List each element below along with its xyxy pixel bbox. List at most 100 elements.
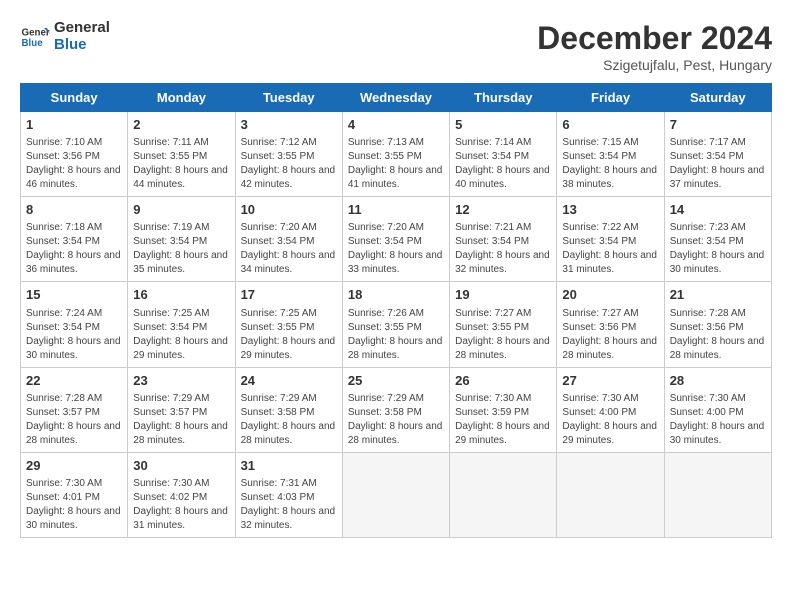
- day-info: Sunrise: 7:27 AM Sunset: 3:56 PM Dayligh…: [562, 307, 658, 363]
- day-number: 8: [26, 201, 122, 219]
- day-info: Sunrise: 7:23 AM Sunset: 3:54 PM Dayligh…: [670, 221, 766, 277]
- empty-cell: [664, 452, 771, 537]
- day-cell-31: 31 Sunrise: 7:31 AM Sunset: 4:03 PM Dayl…: [235, 452, 342, 537]
- day-info: Sunrise: 7:21 AM Sunset: 3:54 PM Dayligh…: [455, 221, 551, 277]
- day-number: 4: [348, 116, 444, 134]
- logo: General Blue General Blue: [20, 20, 110, 53]
- calendar-table: SundayMondayTuesdayWednesdayThursdayFrid…: [20, 83, 772, 538]
- day-cell-9: 9 Sunrise: 7:19 AM Sunset: 3:54 PM Dayli…: [128, 197, 235, 282]
- weekday-header-thursday: Thursday: [450, 84, 557, 112]
- day-cell-3: 3 Sunrise: 7:12 AM Sunset: 3:55 PM Dayli…: [235, 112, 342, 197]
- day-info: Sunrise: 7:11 AM Sunset: 3:55 PM Dayligh…: [133, 136, 229, 192]
- day-cell-15: 15 Sunrise: 7:24 AM Sunset: 3:54 PM Dayl…: [21, 282, 128, 367]
- day-cell-5: 5 Sunrise: 7:14 AM Sunset: 3:54 PM Dayli…: [450, 112, 557, 197]
- day-info: Sunrise: 7:10 AM Sunset: 3:56 PM Dayligh…: [26, 136, 122, 192]
- day-cell-7: 7 Sunrise: 7:17 AM Sunset: 3:54 PM Dayli…: [664, 112, 771, 197]
- day-cell-1: 1 Sunrise: 7:10 AM Sunset: 3:56 PM Dayli…: [21, 112, 128, 197]
- empty-cell: [450, 452, 557, 537]
- day-number: 27: [562, 372, 658, 390]
- day-cell-21: 21 Sunrise: 7:28 AM Sunset: 3:56 PM Dayl…: [664, 282, 771, 367]
- day-number: 24: [241, 372, 337, 390]
- day-info: Sunrise: 7:20 AM Sunset: 3:54 PM Dayligh…: [241, 221, 337, 277]
- logo-line2: Blue: [54, 37, 110, 54]
- calendar-week-2: 8 Sunrise: 7:18 AM Sunset: 3:54 PM Dayli…: [21, 197, 772, 282]
- calendar-week-3: 15 Sunrise: 7:24 AM Sunset: 3:54 PM Dayl…: [21, 282, 772, 367]
- day-info: Sunrise: 7:30 AM Sunset: 4:00 PM Dayligh…: [670, 392, 766, 448]
- day-info: Sunrise: 7:25 AM Sunset: 3:54 PM Dayligh…: [133, 307, 229, 363]
- day-info: Sunrise: 7:13 AM Sunset: 3:55 PM Dayligh…: [348, 136, 444, 192]
- day-info: Sunrise: 7:24 AM Sunset: 3:54 PM Dayligh…: [26, 307, 122, 363]
- weekday-header-tuesday: Tuesday: [235, 84, 342, 112]
- calendar-header-row: SundayMondayTuesdayWednesdayThursdayFrid…: [21, 84, 772, 112]
- day-info: Sunrise: 7:30 AM Sunset: 4:00 PM Dayligh…: [562, 392, 658, 448]
- weekday-header-sunday: Sunday: [21, 84, 128, 112]
- day-cell-10: 10 Sunrise: 7:20 AM Sunset: 3:54 PM Dayl…: [235, 197, 342, 282]
- day-cell-30: 30 Sunrise: 7:30 AM Sunset: 4:02 PM Dayl…: [128, 452, 235, 537]
- day-number: 21: [670, 286, 766, 304]
- day-number: 11: [348, 201, 444, 219]
- day-cell-23: 23 Sunrise: 7:29 AM Sunset: 3:57 PM Dayl…: [128, 367, 235, 452]
- day-cell-29: 29 Sunrise: 7:30 AM Sunset: 4:01 PM Dayl…: [21, 452, 128, 537]
- day-cell-19: 19 Sunrise: 7:27 AM Sunset: 3:55 PM Dayl…: [450, 282, 557, 367]
- day-number: 19: [455, 286, 551, 304]
- day-info: Sunrise: 7:18 AM Sunset: 3:54 PM Dayligh…: [26, 221, 122, 277]
- day-number: 12: [455, 201, 551, 219]
- day-number: 15: [26, 286, 122, 304]
- day-info: Sunrise: 7:15 AM Sunset: 3:54 PM Dayligh…: [562, 136, 658, 192]
- day-info: Sunrise: 7:19 AM Sunset: 3:54 PM Dayligh…: [133, 221, 229, 277]
- day-number: 18: [348, 286, 444, 304]
- weekday-header-friday: Friday: [557, 84, 664, 112]
- empty-cell: [342, 452, 449, 537]
- day-cell-25: 25 Sunrise: 7:29 AM Sunset: 3:58 PM Dayl…: [342, 367, 449, 452]
- day-number: 10: [241, 201, 337, 219]
- day-info: Sunrise: 7:12 AM Sunset: 3:55 PM Dayligh…: [241, 136, 337, 192]
- day-cell-18: 18 Sunrise: 7:26 AM Sunset: 3:55 PM Dayl…: [342, 282, 449, 367]
- weekday-header-monday: Monday: [128, 84, 235, 112]
- day-cell-2: 2 Sunrise: 7:11 AM Sunset: 3:55 PM Dayli…: [128, 112, 235, 197]
- location: Szigetujfalu, Pest, Hungary: [537, 57, 772, 73]
- calendar-week-5: 29 Sunrise: 7:30 AM Sunset: 4:01 PM Dayl…: [21, 452, 772, 537]
- day-info: Sunrise: 7:29 AM Sunset: 3:57 PM Dayligh…: [133, 392, 229, 448]
- day-number: 23: [133, 372, 229, 390]
- calendar-week-1: 1 Sunrise: 7:10 AM Sunset: 3:56 PM Dayli…: [21, 112, 772, 197]
- day-number: 16: [133, 286, 229, 304]
- day-info: Sunrise: 7:29 AM Sunset: 3:58 PM Dayligh…: [241, 392, 337, 448]
- day-info: Sunrise: 7:27 AM Sunset: 3:55 PM Dayligh…: [455, 307, 551, 363]
- day-cell-26: 26 Sunrise: 7:30 AM Sunset: 3:59 PM Dayl…: [450, 367, 557, 452]
- weekday-header-wednesday: Wednesday: [342, 84, 449, 112]
- day-cell-28: 28 Sunrise: 7:30 AM Sunset: 4:00 PM Dayl…: [664, 367, 771, 452]
- day-cell-4: 4 Sunrise: 7:13 AM Sunset: 3:55 PM Dayli…: [342, 112, 449, 197]
- calendar-week-4: 22 Sunrise: 7:28 AM Sunset: 3:57 PM Dayl…: [21, 367, 772, 452]
- day-number: 29: [26, 457, 122, 475]
- day-cell-6: 6 Sunrise: 7:15 AM Sunset: 3:54 PM Dayli…: [557, 112, 664, 197]
- day-info: Sunrise: 7:28 AM Sunset: 3:56 PM Dayligh…: [670, 307, 766, 363]
- day-number: 28: [670, 372, 766, 390]
- day-number: 7: [670, 116, 766, 134]
- day-number: 14: [670, 201, 766, 219]
- day-number: 20: [562, 286, 658, 304]
- day-number: 2: [133, 116, 229, 134]
- day-info: Sunrise: 7:29 AM Sunset: 3:58 PM Dayligh…: [348, 392, 444, 448]
- day-info: Sunrise: 7:14 AM Sunset: 3:54 PM Dayligh…: [455, 136, 551, 192]
- day-number: 31: [241, 457, 337, 475]
- day-number: 5: [455, 116, 551, 134]
- day-number: 1: [26, 116, 122, 134]
- day-cell-11: 11 Sunrise: 7:20 AM Sunset: 3:54 PM Dayl…: [342, 197, 449, 282]
- day-number: 6: [562, 116, 658, 134]
- logo-icon: General Blue: [20, 22, 50, 52]
- weekday-header-saturday: Saturday: [664, 84, 771, 112]
- day-number: 3: [241, 116, 337, 134]
- day-number: 26: [455, 372, 551, 390]
- day-info: Sunrise: 7:17 AM Sunset: 3:54 PM Dayligh…: [670, 136, 766, 192]
- month-title: December 2024: [537, 20, 772, 57]
- day-info: Sunrise: 7:25 AM Sunset: 3:55 PM Dayligh…: [241, 307, 337, 363]
- day-cell-8: 8 Sunrise: 7:18 AM Sunset: 3:54 PM Dayli…: [21, 197, 128, 282]
- day-info: Sunrise: 7:26 AM Sunset: 3:55 PM Dayligh…: [348, 307, 444, 363]
- day-cell-27: 27 Sunrise: 7:30 AM Sunset: 4:00 PM Dayl…: [557, 367, 664, 452]
- day-cell-17: 17 Sunrise: 7:25 AM Sunset: 3:55 PM Dayl…: [235, 282, 342, 367]
- day-number: 17: [241, 286, 337, 304]
- day-cell-20: 20 Sunrise: 7:27 AM Sunset: 3:56 PM Dayl…: [557, 282, 664, 367]
- day-info: Sunrise: 7:22 AM Sunset: 3:54 PM Dayligh…: [562, 221, 658, 277]
- empty-cell: [557, 452, 664, 537]
- day-info: Sunrise: 7:20 AM Sunset: 3:54 PM Dayligh…: [348, 221, 444, 277]
